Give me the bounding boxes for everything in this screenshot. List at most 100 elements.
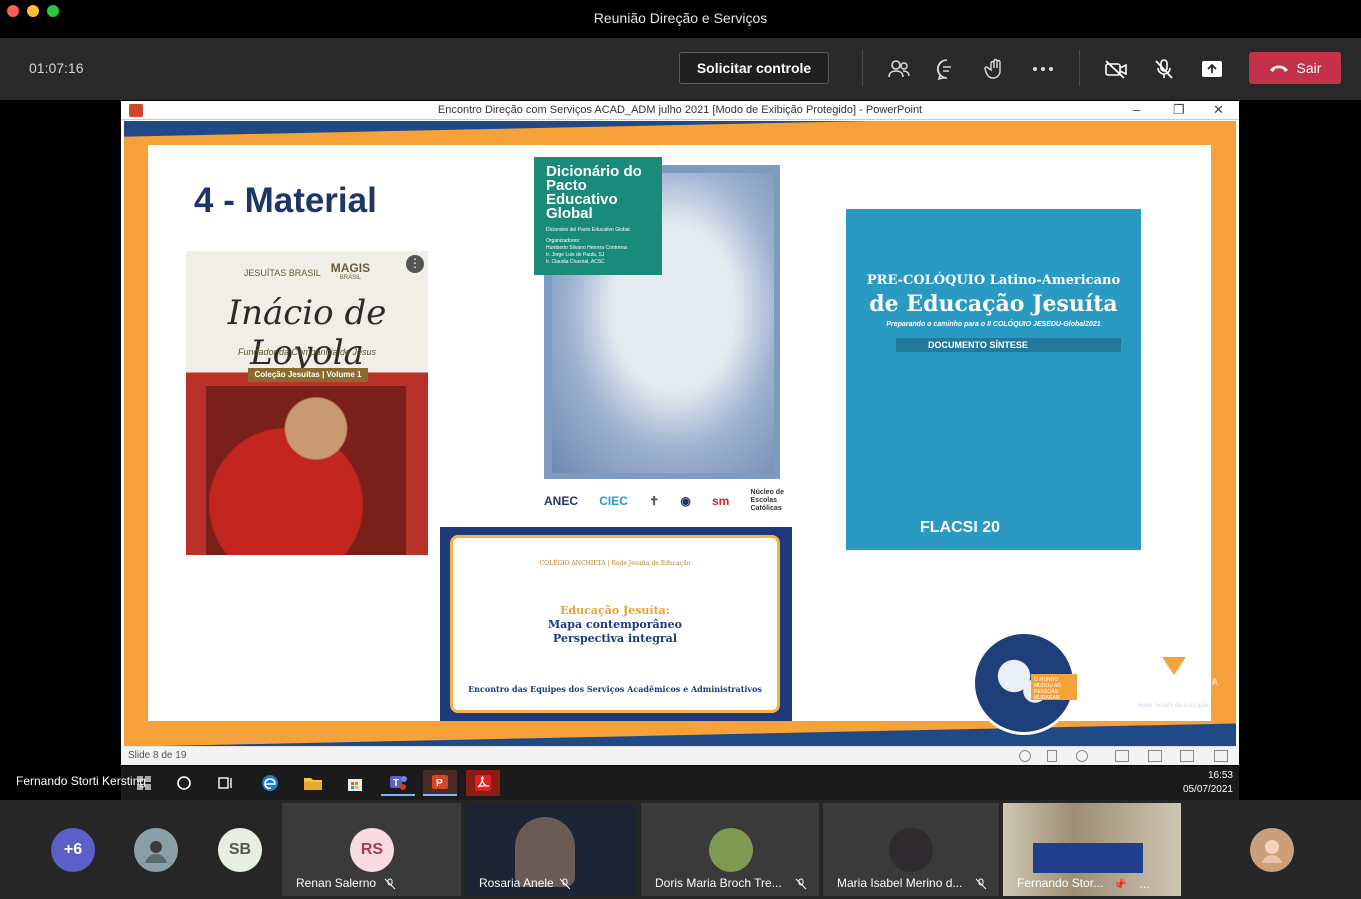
notes-icon[interactable] bbox=[1047, 750, 1057, 762]
avatar-rs: RS bbox=[350, 828, 394, 872]
anec-logo: ANEC bbox=[544, 494, 579, 508]
more-options-icon[interactable]: … bbox=[1139, 879, 1150, 891]
book-cover-dicionario: Dicionário do Pacto Educativo Global Dic… bbox=[534, 157, 780, 479]
mic-off-icon[interactable] bbox=[1149, 54, 1179, 84]
drop-icon: ◉ bbox=[680, 494, 691, 508]
powerpoint-titlebar: Encontro Direção com Serviços ACAD_ADM j… bbox=[121, 101, 1239, 120]
slide-thumbnail-educacao: COLÉGIO ANCHIETA | Rede Jesuíta de Educa… bbox=[440, 527, 792, 721]
book3-band: DOCUMENTO SÍNTESE bbox=[896, 338, 1121, 352]
windows-taskbar: T P 16:53 05/07/2021 bbox=[121, 766, 1239, 800]
chat-icon[interactable] bbox=[932, 54, 962, 84]
slide-thumbnail-line1: Educação Jesuíta: bbox=[560, 604, 670, 617]
share-screen-icon[interactable] bbox=[1197, 54, 1227, 84]
book1-collection-band: Coleção Jesuítas | Volume 1 bbox=[248, 368, 368, 382]
participant-tile[interactable]: Doris Maria Broch Tre... bbox=[641, 803, 819, 896]
pin-icon[interactable]: 📌 bbox=[1113, 878, 1127, 891]
book1-publisher-magis: MAGIS BRASIL bbox=[330, 261, 371, 281]
sm-logo: sm bbox=[711, 494, 730, 508]
store-icon[interactable] bbox=[338, 770, 372, 796]
toolbar-divider bbox=[862, 50, 863, 86]
minimize-icon[interactable]: – bbox=[1133, 102, 1140, 117]
powerpoint-window: Encontro Direção com Serviços ACAD_ADM j… bbox=[121, 101, 1239, 765]
edge-browser-icon[interactable] bbox=[253, 770, 287, 796]
file-explorer-icon[interactable] bbox=[296, 770, 330, 796]
request-control-button[interactable]: Solicitar controle bbox=[679, 52, 829, 84]
cross-icon: ✝ bbox=[649, 494, 660, 508]
taskbar-clock: 16:53 05/07/2021 bbox=[1183, 769, 1233, 797]
acrobat-icon[interactable] bbox=[466, 770, 500, 796]
mic-off-icon bbox=[795, 878, 807, 890]
slide-thumbnail-inner: COLÉGIO ANCHIETA | Rede Jesuíta de Educa… bbox=[450, 535, 780, 713]
participants-icon[interactable] bbox=[884, 54, 914, 84]
restore-icon[interactable]: ❐ bbox=[1173, 102, 1185, 118]
self-avatar[interactable] bbox=[1250, 828, 1294, 872]
toolbar-divider bbox=[1079, 50, 1080, 86]
window-titlebar: Reunião Direção e Serviços bbox=[0, 0, 1361, 38]
book2-title: Dicionário do Pacto Educativo Global bbox=[546, 163, 642, 222]
more-actions-icon[interactable] bbox=[1028, 54, 1058, 84]
more-options-icon[interactable]: ⋮ bbox=[406, 255, 424, 273]
mic-off-icon bbox=[559, 878, 571, 890]
participant-tile[interactable]: Fernando Stor... 📌 … bbox=[1003, 803, 1181, 896]
taskbar-date: 05/07/2021 bbox=[1182, 784, 1233, 795]
mic-off-icon bbox=[384, 878, 396, 890]
participant-name: Rosaria Anele bbox=[479, 876, 554, 890]
shared-screen: Encontro Direção com Serviços ACAD_ADM j… bbox=[0, 100, 1361, 800]
slide-sorter-icon[interactable] bbox=[1148, 750, 1162, 762]
slide-thumbnail-footer: Encontro das Equipes dos Serviços Acadêm… bbox=[468, 684, 762, 694]
slideshow-icon[interactable] bbox=[1214, 750, 1228, 762]
search-circle-icon[interactable] bbox=[167, 770, 201, 796]
participant-name: Maria Isabel Merino d... bbox=[837, 876, 963, 890]
meeting-timer: 01:07:16 bbox=[29, 60, 84, 76]
leave-button[interactable]: Sair bbox=[1249, 52, 1341, 84]
avatar[interactable] bbox=[134, 828, 178, 872]
book1-subtitle: Fundador da Companhia de Jesus bbox=[237, 347, 377, 357]
slide-counter: Slide 8 de 19 bbox=[128, 750, 187, 761]
previous-slide-icon[interactable] bbox=[1019, 750, 1031, 762]
powerpoint-statusbar: Slide 8 de 19 bbox=[121, 746, 1239, 765]
globe-tag: O MUNDO MUDOU AS PESSOAS MUDARAM bbox=[1031, 674, 1077, 701]
book3-title: de Educação Jesuíta bbox=[869, 291, 1118, 317]
book2-caption: Dicionário del Pacto Educativo Global Or… bbox=[546, 227, 630, 265]
book3-subtitle: Preparando o caminho para o II COLÓQUIO … bbox=[886, 321, 1101, 328]
participants-gallery: +6 SB RS Renan Salerno Rosaria Anele Dor… bbox=[0, 800, 1361, 899]
slide-heading: 4 - Material bbox=[194, 181, 377, 220]
slide-canvas: 4 - Material JESUÍTAS BRASIL MAGIS BRASI… bbox=[124, 121, 1236, 746]
mic-off-icon bbox=[975, 878, 987, 890]
teams-icon[interactable]: T bbox=[381, 770, 415, 796]
book2-title-box: Dicionário do Pacto Educativo Global Dic… bbox=[534, 157, 662, 275]
book1-publisher-jesuitas: JESUÍTAS BRASIL bbox=[243, 268, 321, 278]
participant-tile[interactable]: RS Renan Salerno bbox=[282, 803, 461, 896]
ciec-logo: CIEC bbox=[599, 494, 628, 508]
nucleo-logo: Núcleo de Escolas Católicas bbox=[750, 489, 784, 512]
camera-off-icon[interactable] bbox=[1101, 54, 1131, 84]
book-cover-precoloquio: PRE-COLÓQUIO Latino-Americano de Educaçã… bbox=[846, 209, 1141, 550]
colegio-anchieta-logo: COLÉGIO ANCHIETA Rede Jesuíta de Educaçã… bbox=[1124, 657, 1224, 709]
reactions-icon[interactable] bbox=[980, 54, 1010, 84]
avatar-sb[interactable]: SB bbox=[218, 828, 262, 872]
anchieta-name: COLÉGIO ANCHIETA bbox=[1130, 677, 1218, 687]
rede-name: Rede Jesuíta de Educação bbox=[1137, 703, 1211, 709]
participant-tile[interactable]: Rosaria Anele bbox=[465, 803, 637, 896]
participant-tile[interactable]: Maria Isabel Merino d... bbox=[823, 803, 999, 896]
normal-view-icon[interactable] bbox=[1115, 750, 1129, 762]
book3-pre-title: PRE-COLÓQUIO Latino-Americano bbox=[866, 273, 1121, 288]
taskbar-time: 16:53 bbox=[1207, 770, 1233, 781]
svg-text:T: T bbox=[393, 778, 399, 789]
participant-name: Renan Salerno bbox=[296, 876, 377, 890]
next-slide-icon[interactable] bbox=[1076, 750, 1088, 762]
powerpoint-taskbar-icon[interactable]: P bbox=[423, 770, 457, 796]
meeting-toolbar: 01:07:16 Solicitar controle Sair bbox=[0, 38, 1361, 100]
close-icon[interactable]: ✕ bbox=[1213, 102, 1224, 118]
more-participants-badge[interactable]: +6 bbox=[51, 828, 95, 872]
hang-up-icon bbox=[1269, 65, 1288, 72]
partner-logos: ANEC CIEC ✝ ◉ sm Núcleo de Escolas Catól… bbox=[544, 488, 784, 514]
task-view-icon[interactable] bbox=[209, 770, 243, 796]
presenter-name: Fernando Storti Kersting bbox=[16, 774, 147, 788]
book1-title: Inácio de Loyola bbox=[227, 293, 387, 373]
reading-view-icon[interactable] bbox=[1180, 750, 1194, 762]
book-cover-inacio: JESUÍTAS BRASIL MAGIS BRASIL Inácio de L… bbox=[186, 251, 428, 555]
participant-name: Fernando Stor... bbox=[1017, 876, 1104, 890]
slide-thumbnail-line2: Mapa contemporâneo bbox=[548, 618, 682, 631]
svg-text:P: P bbox=[436, 778, 443, 789]
